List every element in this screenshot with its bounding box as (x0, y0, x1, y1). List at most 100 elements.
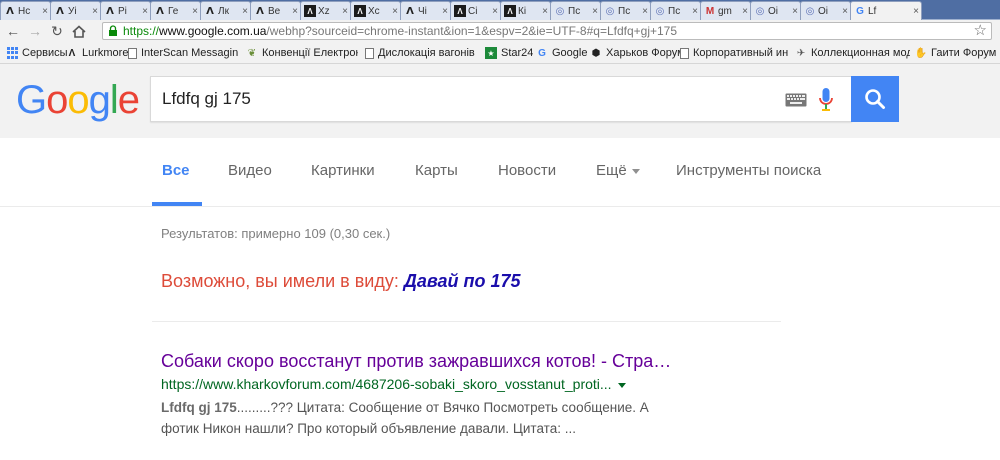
bookmark-item[interactable]: ★ Star24 (485, 46, 533, 60)
browser-tab[interactable]: Λ Ве × (250, 1, 301, 20)
bookmark-item[interactable]: Дислокація вагонів По (365, 46, 477, 60)
url-host: www.google.com.ua (159, 24, 267, 38)
close-icon[interactable]: × (390, 6, 400, 17)
browser-tab[interactable]: Λ Рі × (100, 1, 151, 20)
did-you-mean: Возможно, вы имели в виду: Давай по 175 (161, 271, 521, 292)
close-icon[interactable]: × (540, 6, 550, 17)
close-icon[interactable]: × (740, 6, 750, 17)
lurkmore-icon: Λ (106, 5, 114, 17)
browser-tab[interactable]: ◎ Пс × (550, 1, 601, 20)
microphone-icon[interactable] (819, 88, 833, 112)
browser-tab-strip: Λ Hc × Λ Уі × Λ Рі × Λ Ге × Λ Лк × Λ Ве × Λ Xz × Λ Xc × … (0, 0, 1000, 20)
lurkmore-icon: Λ (56, 5, 64, 17)
hand-icon: ✋ (915, 47, 928, 59)
dark-site-icon: Λ (454, 5, 466, 17)
snippet-highlight: Lfdfq gj 175 (161, 400, 237, 415)
browser-tab[interactable]: Λ Xc × (350, 1, 401, 20)
did-you-mean-link[interactable]: Давай по 175 (404, 271, 521, 291)
dark-site-icon: Λ (304, 5, 316, 17)
close-icon[interactable]: × (790, 6, 800, 17)
close-icon[interactable]: × (911, 6, 921, 17)
google-header: Google Lfdfq gj 175 (0, 64, 1000, 138)
browser-tab[interactable]: Λ Сі × (450, 1, 501, 20)
bookmark-apps[interactable]: Сервисы (6, 46, 68, 60)
bookmark-item[interactable]: InterScan Messaging Se (128, 46, 238, 60)
close-icon[interactable]: × (290, 6, 300, 17)
search-input[interactable]: Lfdfq gj 175 (150, 76, 852, 122)
bookmark-item[interactable]: Корпоративный инфор (680, 46, 788, 60)
browser-tab[interactable]: ◎ Пс × (600, 1, 651, 20)
tab-news[interactable]: Новости (498, 162, 556, 179)
dark-site-icon: Λ (504, 5, 516, 17)
opera-icon: ◎ (555, 5, 565, 17)
browser-tab[interactable]: Λ Кі × (500, 1, 551, 20)
close-icon[interactable]: × (40, 6, 50, 17)
result-options-arrow-icon[interactable] (617, 382, 626, 388)
did-you-mean-prefix: Возможно, вы имели в виду: (161, 271, 399, 291)
bookmark-item[interactable]: G Google (536, 46, 587, 60)
close-icon[interactable]: × (840, 6, 850, 17)
tab-maps[interactable]: Карты (415, 162, 458, 179)
close-icon[interactable]: × (590, 6, 600, 17)
browser-tab[interactable]: Mgm × (700, 1, 751, 20)
close-icon[interactable]: × (490, 6, 500, 17)
bookmark-item[interactable]: ⬢ Харьков Форум (590, 46, 685, 60)
browser-tab[interactable]: ◎ Пс × (650, 1, 701, 20)
browser-tab[interactable]: ◎ Oi × (750, 1, 801, 20)
google-icon: G (856, 5, 864, 17)
close-icon[interactable]: × (90, 6, 100, 17)
lurkmore-icon: Λ (68, 47, 76, 59)
forum-icon: ⬢ (591, 47, 601, 59)
close-icon[interactable]: × (190, 6, 200, 17)
star24-icon: ★ (485, 47, 497, 59)
bookmark-item[interactable]: ✋ Гаити Форум (915, 46, 996, 60)
result-stats: Результатов: примерно 109 (0,30 сек.) (161, 226, 391, 241)
bookmark-item[interactable]: ✈Коллекционная модель (795, 46, 910, 60)
browser-tab[interactable]: Λ Лк × (200, 1, 251, 20)
forward-arrow-icon[interactable]: → (26, 22, 44, 40)
close-icon[interactable]: × (640, 6, 650, 17)
browser-tab[interactable]: Λ Чі × (400, 1, 451, 20)
divider (152, 321, 781, 322)
bookmark-star-icon[interactable]: ☆ (974, 23, 987, 39)
browser-tab[interactable]: Λ Уі × (50, 1, 101, 20)
browser-tab[interactable]: Λ Ге × (150, 1, 201, 20)
close-icon[interactable]: × (240, 6, 250, 17)
leaf-icon: ❦ (247, 47, 257, 59)
url-scheme: https:// (123, 24, 160, 38)
opera-icon: ◎ (605, 5, 615, 17)
browser-tab[interactable]: ◎ Oi × (800, 1, 851, 20)
tab-video[interactable]: Видео (228, 162, 272, 179)
bookmarks-bar: Сервисы ΛLurkmore InterScan Messaging Se… (0, 42, 1000, 64)
search-query[interactable]: Lfdfq gj 175 (162, 89, 251, 109)
page-icon (128, 47, 137, 59)
search-icon (865, 89, 885, 109)
home-icon[interactable] (70, 22, 88, 40)
chevron-down-icon (631, 168, 640, 174)
opera-icon: ◎ (755, 5, 765, 17)
opera-icon: ◎ (805, 5, 815, 17)
reload-icon[interactable]: ↻ (48, 22, 66, 40)
bookmark-item[interactable]: ❦Конвенції Електронни (246, 46, 358, 60)
browser-tab[interactable]: Λ Hc × (0, 1, 51, 20)
back-arrow-icon[interactable]: ← (4, 22, 22, 40)
browser-tab-active[interactable]: G Lf × (850, 1, 922, 20)
tab-all[interactable]: Все (162, 162, 190, 179)
gmail-icon: M (705, 5, 715, 17)
google-logo[interactable]: Google (16, 80, 140, 120)
active-tab-indicator (152, 202, 202, 206)
close-icon[interactable]: × (690, 6, 700, 17)
close-icon[interactable]: × (340, 6, 350, 17)
keyboard-icon[interactable] (785, 93, 807, 107)
tab-search-tools[interactable]: Инструменты поиска (676, 162, 821, 179)
browser-tab[interactable]: Λ Xz × (300, 1, 351, 20)
close-icon[interactable]: × (440, 6, 450, 17)
address-bar[interactable]: https://www.google.com.ua/webhp?sourceid… (102, 22, 992, 40)
dark-site-icon: Λ (354, 5, 366, 17)
tab-images[interactable]: Картинки (311, 162, 375, 179)
close-icon[interactable]: × (140, 6, 150, 17)
search-button[interactable] (851, 76, 899, 122)
bookmark-item[interactable]: Λ Lurkmore (66, 46, 129, 60)
tab-more[interactable]: Ещё (596, 162, 640, 179)
result-title-link[interactable]: Собаки скоро восстанут против зажравшихс… (161, 351, 671, 372)
